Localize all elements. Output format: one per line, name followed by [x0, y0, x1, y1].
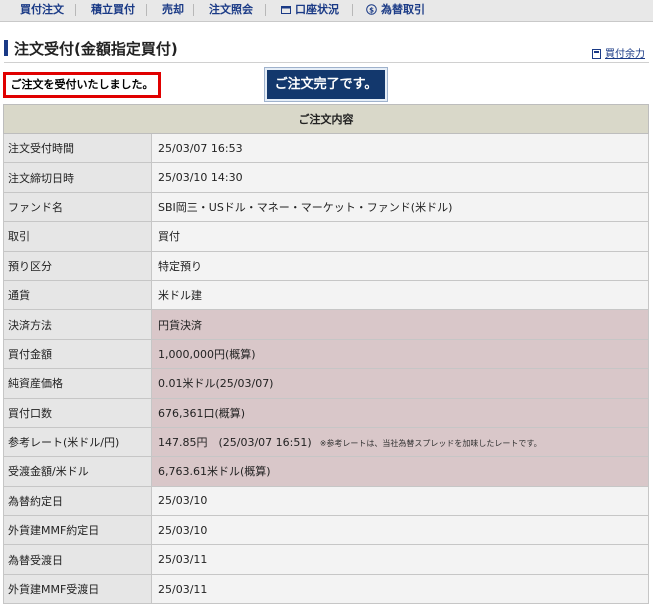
svg-text:$: $ [369, 6, 374, 14]
account-icon [281, 5, 291, 19]
table-row: 注文受付時間 25/03/07 16:53 [3, 132, 649, 164]
page-title: 注文受付(金額指定買付) [14, 40, 178, 58]
nav-fx-trade[interactable]: $ 為替取引 [366, 3, 425, 17]
row-label: 受渡金額/米ドル [3, 456, 152, 487]
row-value: 25/03/10 [151, 485, 649, 517]
table-row: 為替受渡日 25/03/11 [3, 544, 649, 575]
table-row: 注文締切日時 25/03/10 14:30 [3, 162, 649, 193]
table-row: 純資産価格 0.01米ドル(25/03/07) [3, 368, 649, 399]
row-value: 0.01米ドル(25/03/07) [151, 368, 649, 399]
row-value: 特定預り [151, 250, 649, 281]
nav-sell[interactable]: 売却 [162, 3, 184, 17]
nav-divider [265, 4, 266, 16]
table-row: ファンド名 SBI岡三・USドル・マネー・マーケット・ファンド(米ドル) [3, 191, 649, 223]
row-value: 米ドル建 [151, 279, 649, 311]
table-header-row: ご注文内容 [3, 104, 649, 134]
nav-order-inquiry[interactable]: 注文照会 [209, 3, 253, 17]
exchange-icon: $ [366, 4, 377, 19]
table-header: ご注文内容 [3, 104, 649, 134]
top-nav-bar: 買付注文 積立買付 売却 注文照会 口座状況 $ 為替取引 [0, 0, 653, 22]
row-value: 25/03/07 16:53 [151, 132, 649, 164]
nav-account-status[interactable]: 口座状況 [281, 3, 339, 17]
header-divider [4, 62, 649, 63]
order-details-table: ご注文内容 注文受付時間 25/03/07 16:53 注文締切日時 25/03… [3, 104, 649, 605]
nav-divider [193, 4, 194, 16]
row-label: 預り区分 [3, 250, 152, 281]
row-value: 買付 [151, 221, 649, 252]
order-complete-banner: ご注文完了です。 [265, 68, 387, 101]
row-label: 買付口数 [3, 397, 152, 428]
table-row: 預り区分 特定預り [3, 250, 649, 281]
row-value: 25/03/11 [151, 573, 649, 605]
row-value: 25/03/11 [151, 544, 649, 575]
row-label: 買付金額 [3, 338, 152, 370]
table-row: 外貨建MMF約定日 25/03/10 [3, 515, 649, 546]
row-value: 147.85円 (25/03/07 16:51) ※参考レートは、当社為替スプレッ… [151, 426, 649, 458]
reference-rate-value: 147.85円 (25/03/07 16:51) [158, 436, 312, 450]
row-value: SBI岡三・USドル・マネー・マーケット・ファンド(米ドル) [151, 191, 649, 223]
row-label: 為替約定日 [3, 485, 152, 517]
table-row: 買付口数 676,361口(概算) [3, 397, 649, 428]
row-value: 6,763.61米ドル(概算) [151, 456, 649, 487]
row-label: 為替受渡日 [3, 544, 152, 575]
table-row: 外貨建MMF受渡日 25/03/11 [3, 573, 649, 605]
table-row: 参考レート(米ドル/円) 147.85円 (25/03/07 16:51) ※参考… [3, 426, 649, 458]
row-label: 参考レート(米ドル/円) [3, 426, 152, 458]
table-row: 為替約定日 25/03/10 [3, 485, 649, 517]
row-label: ファンド名 [3, 191, 152, 223]
nav-buy-order[interactable]: 買付注文 [20, 3, 64, 17]
row-label: 注文締切日時 [3, 162, 152, 193]
nav-divider [146, 4, 147, 16]
buy-power-link[interactable]: 買付余力 [592, 45, 645, 62]
row-label: 注文受付時間 [3, 132, 152, 164]
row-value: 25/03/10 [151, 515, 649, 546]
row-value: 676,361口(概算) [151, 397, 649, 428]
table-row: 取引 買付 [3, 221, 649, 252]
row-label: 取引 [3, 221, 152, 252]
row-value: 円貨決済 [151, 309, 649, 340]
nav-account-status-label: 口座状況 [295, 3, 339, 16]
row-label: 通貨 [3, 279, 152, 311]
table-row: 受渡金額/米ドル 6,763.61米ドル(概算) [3, 456, 649, 487]
row-label: 決済方法 [3, 309, 152, 340]
reference-rate-note: ※参考レートは、当社為替スプレッドを加味したレートです。 [319, 439, 542, 449]
table-row: 通貨 米ドル建 [3, 279, 649, 311]
row-label: 外貨建MMF受渡日 [3, 573, 152, 605]
table-row: 買付金額 1,000,000円(概算) [3, 338, 649, 370]
calculator-icon [592, 49, 601, 62]
nav-recurring-buy[interactable]: 積立買付 [91, 3, 135, 17]
nav-divider [75, 4, 76, 16]
row-label: 純資産価格 [3, 368, 152, 399]
table-row: 決済方法 円貨決済 [3, 309, 649, 340]
nav-divider [352, 4, 353, 16]
order-accepted-message: ご注文を受付いたしました。 [3, 72, 161, 98]
nav-fx-trade-label: 為替取引 [381, 3, 425, 16]
row-label: 外貨建MMF約定日 [3, 515, 152, 546]
buy-power-label: 買付余力 [605, 49, 645, 60]
row-value: 1,000,000円(概算) [151, 338, 649, 370]
row-value: 25/03/10 14:30 [151, 162, 649, 193]
title-accent-bar [4, 40, 8, 56]
